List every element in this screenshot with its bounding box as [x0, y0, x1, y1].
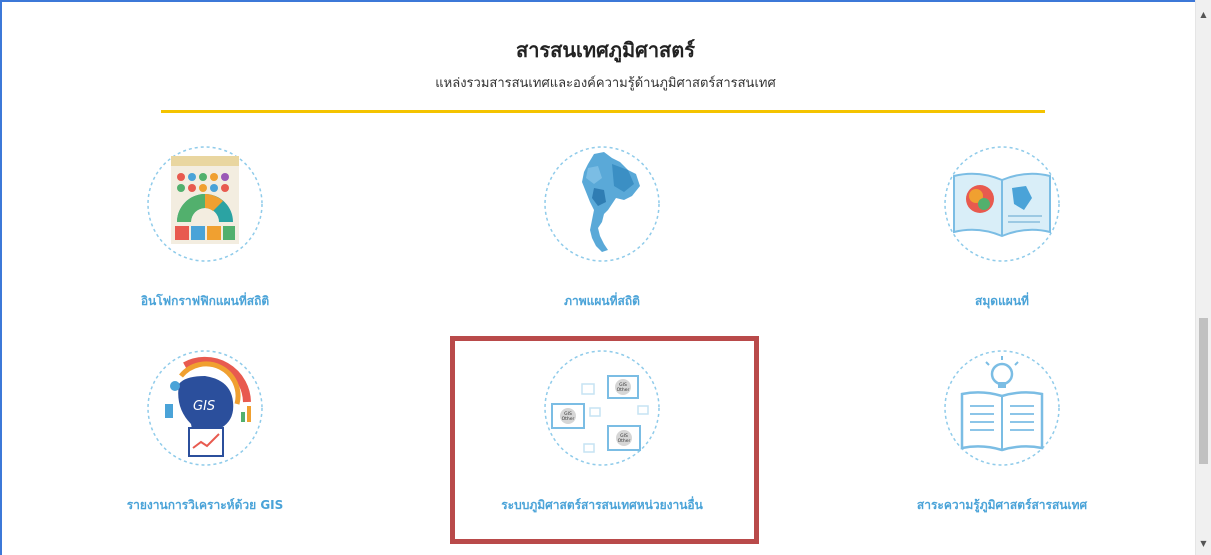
thailand-map-icon [542, 144, 662, 264]
section-title: สารสนเทศภูมิศาสตร์ [515, 38, 695, 62]
vertical-scrollbar[interactable]: ▲ ▼ [1195, 0, 1211, 555]
card-statistical-map[interactable]: ภาพแผนที่สถิติ [492, 144, 712, 344]
gis-text: GIS [193, 399, 215, 414]
card-infographic[interactable]: อินโฟกราฟฟิกแผนที่สถิติ [95, 144, 315, 344]
card-atlas-label: สมุดแผนที่ [975, 294, 1029, 308]
atlas-book-icon [942, 144, 1062, 264]
section-subtitle: แหล่งรวมสารสนเทศและองค์ความรู้ด้านภูมิศา… [435, 76, 776, 91]
knowledge-book-icon [942, 348, 1062, 468]
card-gis-report[interactable]: GIS รายงานการวิเคราะห์ด้วย GIS [95, 348, 315, 548]
card-infographic-label: อินโฟกราฟฟิกแผนที่สถิติ [140, 294, 270, 308]
scroll-thumb[interactable] [1199, 318, 1208, 464]
scroll-down-icon[interactable]: ▼ [1196, 537, 1211, 551]
selection-highlight [450, 336, 759, 544]
card-gis-knowledge-label: สาระความรู้ภูมิศาสตร์สารสนเทศ [916, 498, 1088, 512]
card-gis-knowledge[interactable]: สาระความรู้ภูมิศาสตร์สารสนเทศ [892, 348, 1112, 548]
card-statistical-map-label: ภาพแผนที่สถิติ [564, 294, 640, 308]
scroll-up-icon[interactable]: ▲ [1196, 8, 1211, 22]
gis-analysis-icon: GIS [145, 348, 265, 468]
divider-line [161, 110, 1045, 113]
infographic-icon [145, 144, 265, 264]
card-atlas[interactable]: สมุดแผนที่ [892, 144, 1112, 344]
card-gis-report-label: รายงานการวิเคราะห์ด้วย GIS [126, 498, 284, 512]
